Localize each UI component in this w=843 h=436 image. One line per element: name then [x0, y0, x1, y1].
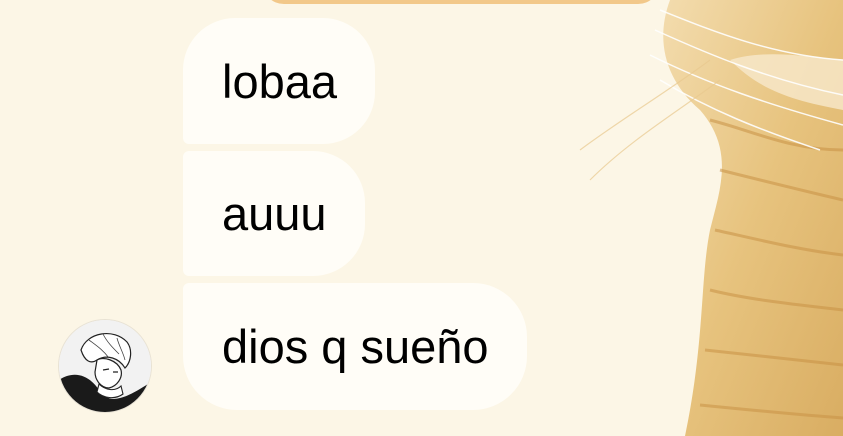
message-text: dios q sueño: [222, 320, 489, 373]
chat-area[interactable]: lobaa auuu dios q sueño: [0, 0, 843, 436]
message-bubble[interactable]: dios q sueño: [183, 283, 527, 410]
message-bubble[interactable]: auuu: [183, 151, 365, 276]
message-text: auuu: [222, 187, 327, 240]
message-bubble[interactable]: lobaa: [183, 18, 375, 144]
message-text: lobaa: [222, 54, 337, 108]
previous-message-bubble: [262, 0, 660, 4]
sender-avatar[interactable]: [59, 320, 151, 412]
manga-character-avatar-icon: [59, 320, 151, 412]
cat-wallpaper-image: [579, 0, 843, 436]
